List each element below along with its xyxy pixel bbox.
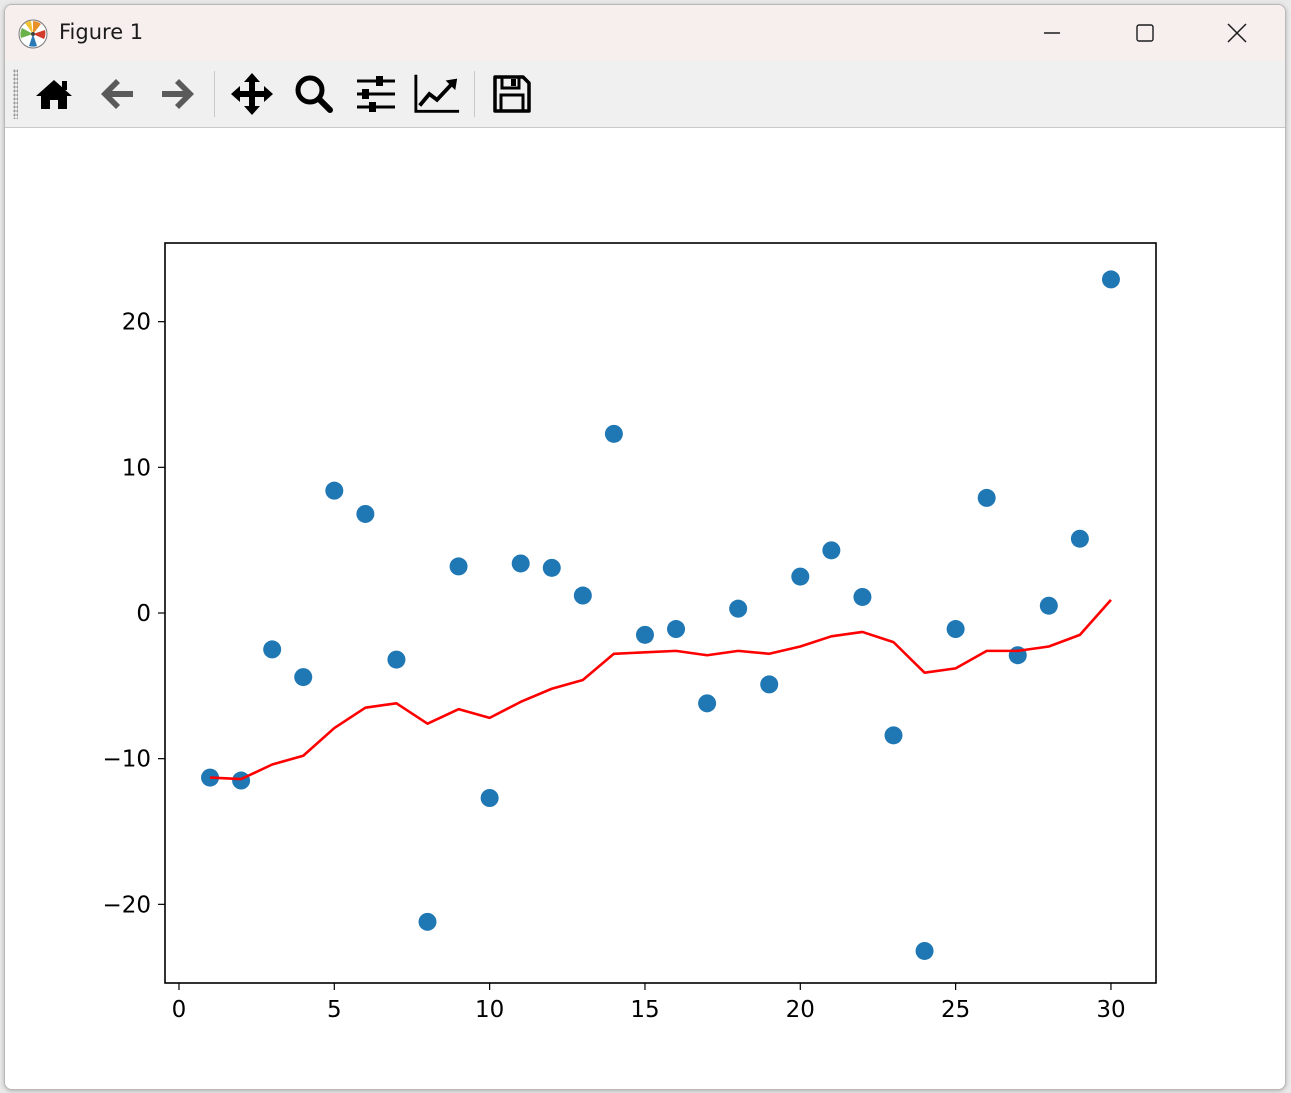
matplotlib-logo-icon: [18, 19, 48, 49]
maximize-button[interactable]: [1099, 5, 1191, 61]
x-tick-label: 30: [1096, 997, 1125, 1023]
y-tick-label: −10: [102, 747, 151, 773]
move-icon: [231, 73, 273, 115]
close-button[interactable]: [1191, 5, 1283, 61]
axes-button[interactable]: [413, 70, 461, 118]
data-point: [1101, 270, 1120, 289]
data-point: [294, 668, 313, 687]
save-button[interactable]: [488, 70, 536, 118]
home-button[interactable]: [30, 70, 78, 118]
y-tick-label: 20: [122, 310, 151, 336]
data-point: [635, 625, 654, 644]
trend-line: [209, 599, 1112, 781]
data-point: [542, 558, 561, 577]
figure-canvas[interactable]: 0 5 10 15 20 25 30 −20 −10 0 10 20: [5, 128, 1285, 1089]
minimize-icon: [1044, 32, 1060, 34]
x-tick-label: 15: [630, 997, 659, 1023]
data-point: [232, 771, 251, 790]
data-point: [449, 557, 468, 576]
y-tick-label: −20: [102, 892, 151, 918]
arrow-right-icon: [162, 79, 194, 109]
data-point: [822, 541, 841, 560]
toolbar-grip[interactable]: [13, 69, 18, 119]
data-point: [604, 424, 623, 443]
data-point: [915, 941, 934, 960]
scatter-chart[interactable]: 0 5 10 15 20 25 30 −20 −10 0 10 20: [5, 128, 1285, 1089]
close-icon: [1227, 23, 1247, 43]
arrow-left-icon: [101, 79, 133, 109]
data-point: [791, 567, 810, 586]
title-bar[interactable]: Figure 1: [5, 5, 1285, 61]
data-point: [853, 587, 872, 606]
data-point: [418, 912, 437, 931]
data-point: [667, 620, 686, 639]
data-point: [946, 620, 965, 639]
toolbar-separator: [474, 71, 475, 117]
x-tick-label: 10: [475, 997, 504, 1023]
x-tick-label: 0: [172, 997, 187, 1023]
data-point: [1070, 529, 1089, 548]
magnifier-icon: [295, 75, 333, 113]
figure-window: Figure 1 0 5 10 15 20 25 30 −20 −10 0 10…: [4, 4, 1286, 1090]
x-tick-label: 20: [786, 997, 815, 1023]
data-point: [1039, 596, 1058, 615]
data-point: [356, 504, 375, 523]
data-point: [729, 599, 748, 618]
data-point: [480, 789, 499, 807]
data-point: [698, 694, 717, 713]
pan-button[interactable]: [228, 70, 276, 118]
data-point: [573, 586, 592, 605]
axes-frame: [164, 242, 1157, 984]
sliders-icon: [357, 76, 395, 112]
back-button[interactable]: [93, 70, 141, 118]
data-point: [263, 640, 282, 659]
x-tick-label: 5: [327, 997, 342, 1023]
y-tick-label: 10: [122, 455, 151, 481]
maximize-icon: [1136, 24, 1154, 42]
data-point: [325, 481, 344, 500]
navigation-toolbar: [5, 61, 1285, 128]
data-point: [977, 488, 996, 507]
y-tick-label: 0: [136, 601, 151, 627]
data-point: [760, 675, 779, 694]
x-tick-label: 25: [941, 997, 970, 1023]
subplots-button[interactable]: [352, 70, 400, 118]
data-point: [884, 726, 903, 745]
data-point: [387, 650, 406, 669]
home-icon: [36, 80, 72, 109]
forward-button[interactable]: [154, 70, 202, 118]
minimize-button[interactable]: [1006, 5, 1098, 61]
data-point: [511, 554, 530, 573]
zoom-button[interactable]: [290, 70, 338, 118]
window-title: Figure 1: [59, 20, 144, 44]
toolbar-separator: [214, 71, 215, 117]
floppy-disk-icon: [493, 75, 531, 113]
chart-line-icon: [414, 74, 460, 113]
